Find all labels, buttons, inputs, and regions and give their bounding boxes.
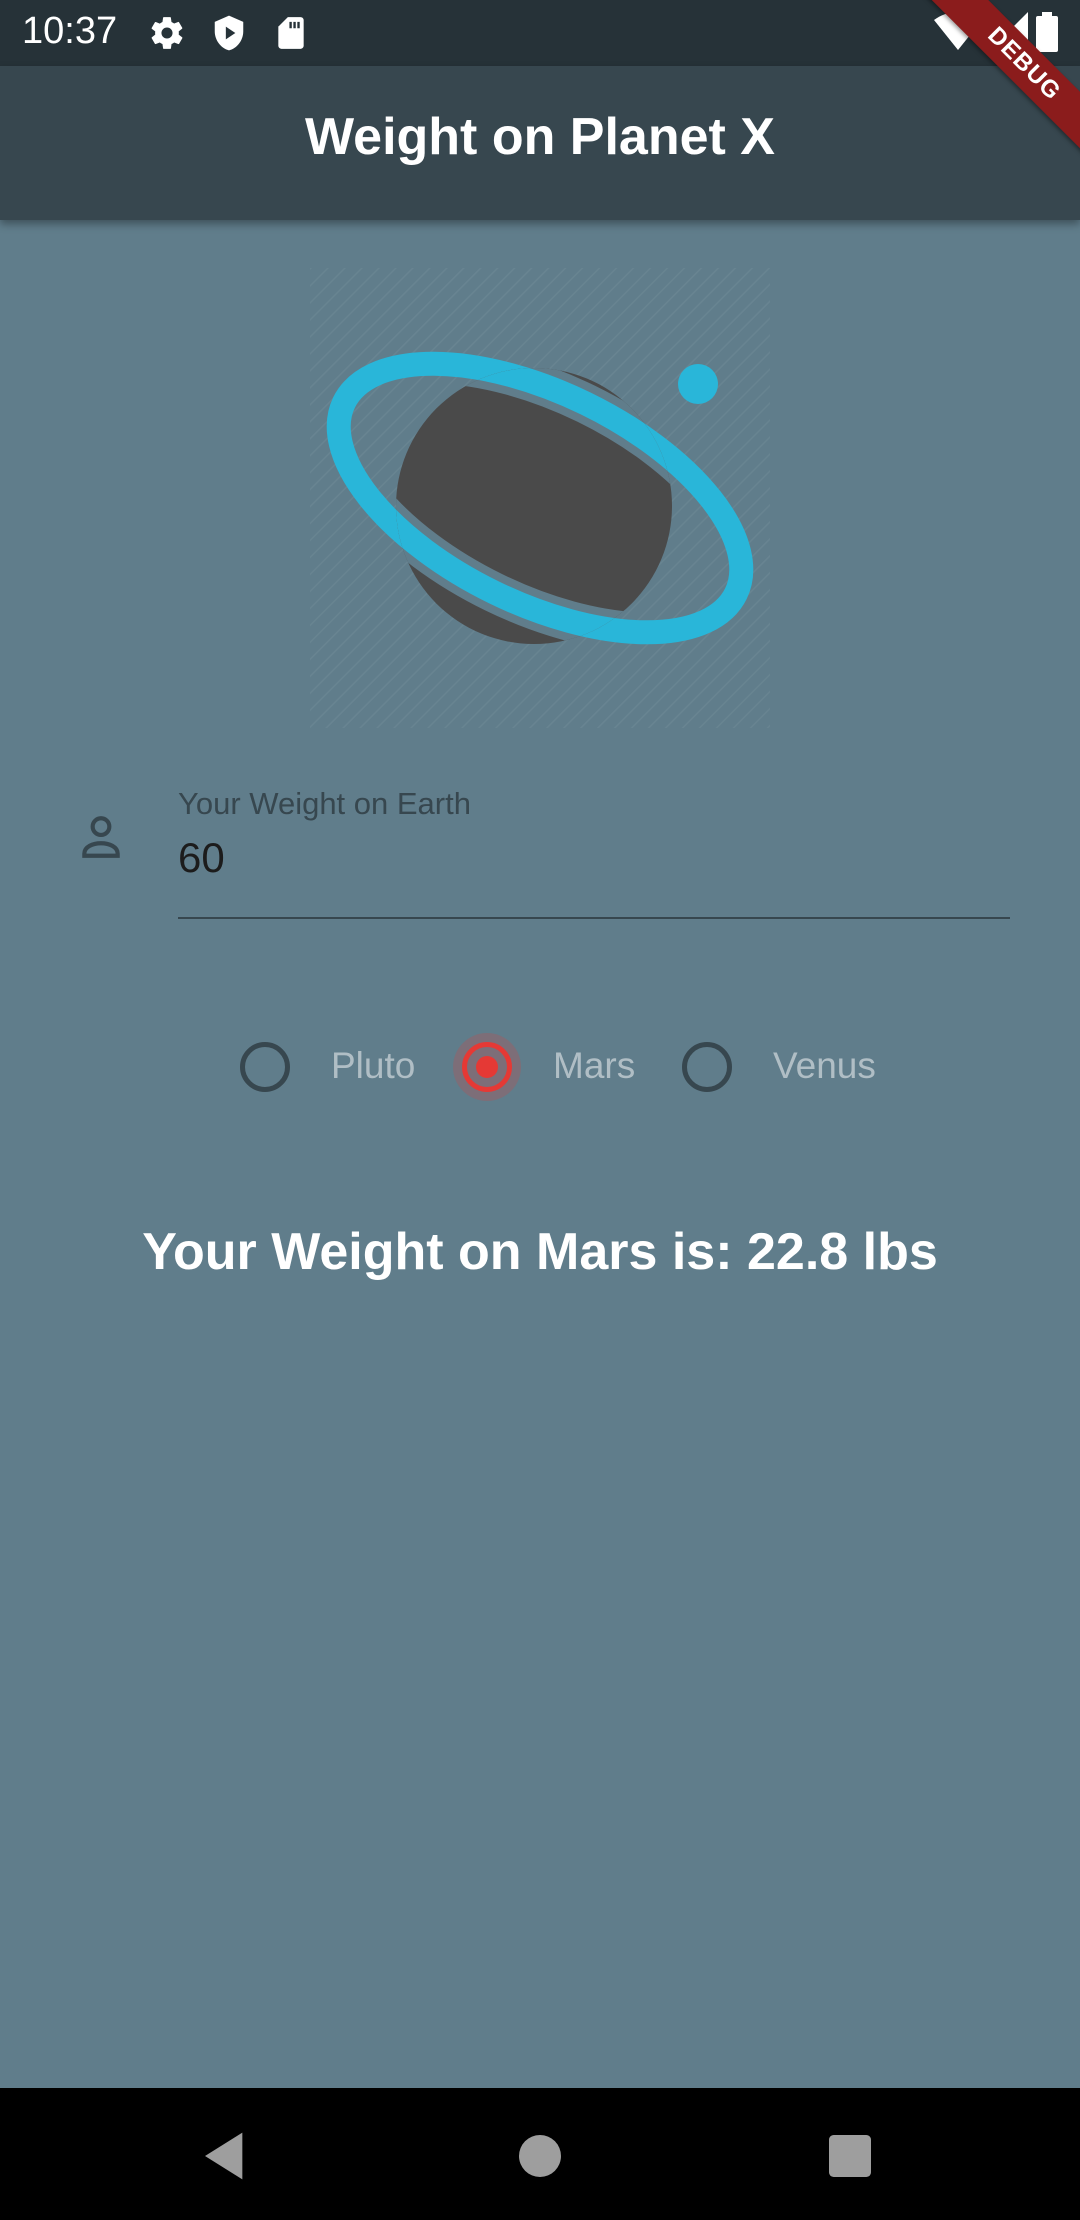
radio-pluto[interactable] (240, 1042, 290, 1092)
status-bar: 10:37 (0, 0, 1080, 66)
sd-card-icon (278, 17, 304, 49)
nav-bar (0, 2088, 1080, 2220)
home-icon[interactable] (512, 2128, 568, 2184)
gear-icon (151, 17, 183, 49)
app-bar: Weight on Planet X (0, 66, 1080, 220)
radio-label-venus[interactable]: Venus (773, 1045, 876, 1087)
person-icon (82, 816, 120, 858)
radio-label-pluto[interactable]: Pluto (331, 1045, 415, 1087)
back-icon[interactable] (198, 2128, 254, 2184)
weight-input[interactable] (178, 832, 1010, 884)
weight-field-label: Your Weight on Earth (178, 786, 471, 821)
signal-icon (988, 12, 1028, 52)
wifi-icon (934, 12, 982, 50)
page-title: Weight on Planet X (305, 108, 775, 166)
status-time: 10:37 (22, 10, 118, 52)
radio-label-mars[interactable]: Mars (553, 1045, 635, 1087)
shield-icon (214, 15, 244, 51)
battery-icon (1036, 12, 1058, 52)
radio-venus[interactable] (682, 1042, 732, 1092)
weight-input-underline (178, 917, 1010, 919)
planet-icon (310, 268, 770, 728)
radio-mars[interactable] (462, 1042, 512, 1092)
recents-icon[interactable] (822, 2128, 878, 2184)
result-text: Your Weight on Mars is: 22.8 lbs (142, 1223, 938, 1281)
